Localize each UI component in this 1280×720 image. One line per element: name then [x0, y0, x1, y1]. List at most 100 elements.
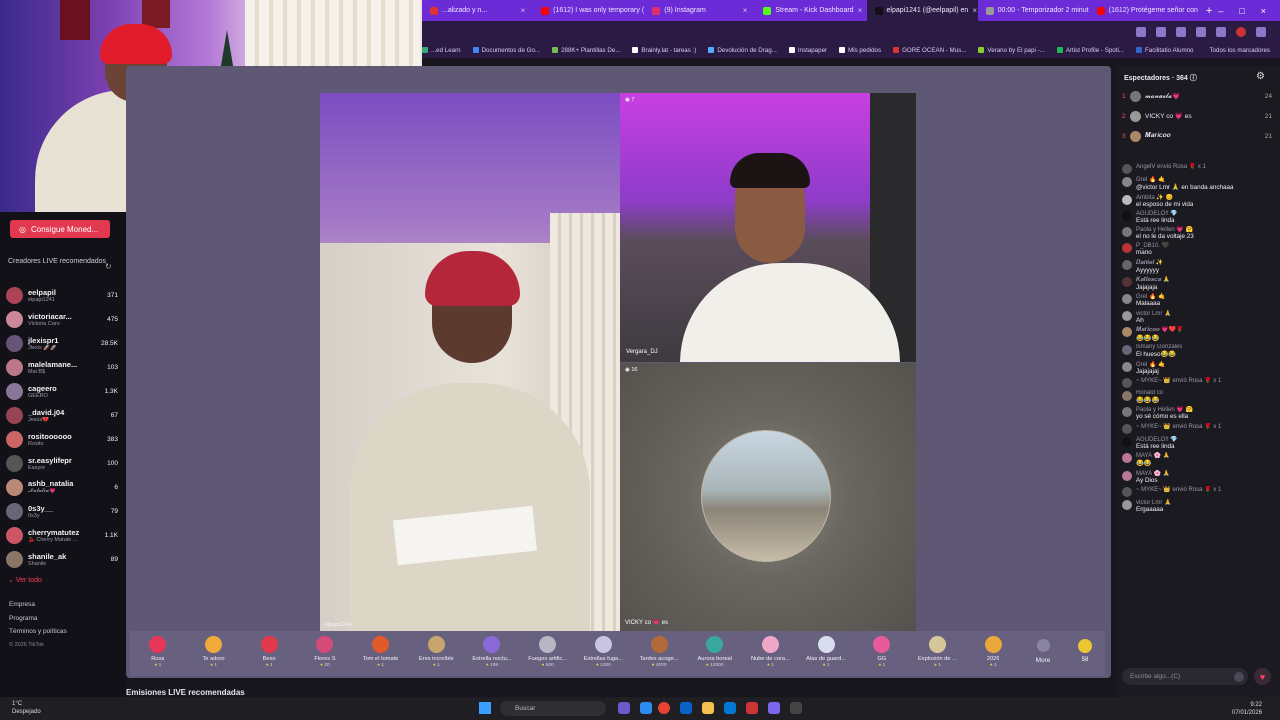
avatar[interactable]: [1122, 277, 1132, 288]
guest-video-2[interactable]: ◉ 16: [620, 363, 916, 631]
chat-username[interactable]: ~ MYKE~ 👑 envió Rosa 🌹 x 1: [1136, 423, 1221, 430]
coin-balance[interactable]: 58: [1065, 631, 1105, 663]
chrome-icon[interactable]: [658, 702, 670, 714]
creator-item[interactable]: cherrymatutez 🍒 Cherry Matute ... 1.1K: [6, 523, 118, 547]
bookmark-item[interactable]: Instapaper: [788, 47, 827, 54]
creator-item[interactable]: jlexispr1 Jlexis 🚀🚀 28.5K: [6, 331, 118, 355]
bookmark-item[interactable]: GORE OCEAN - Mus...: [893, 47, 966, 54]
taskbar-app-icon[interactable]: [724, 702, 736, 714]
gift-item[interactable]: GG ● 1: [854, 631, 910, 668]
chat-username[interactable]: AGUDELO!! 💎: [1136, 436, 1178, 443]
emoji-icon[interactable]: [1234, 672, 1244, 682]
creator-item[interactable]: _david.j04 Jesús💔 67: [6, 403, 118, 427]
gift-item[interactable]: Te adoro ● 1: [186, 631, 242, 668]
creator-item[interactable]: ashb_natalia 𝓝𝓪𝓽𝓪𝓵𝓲𝓪💗 6: [6, 475, 118, 499]
refresh-icon[interactable]: ↻: [105, 262, 112, 271]
gift-item[interactable]: Beso ● 1: [241, 631, 297, 668]
info-icon[interactable]: ⓘ: [1190, 75, 1197, 82]
heart-button[interactable]: ♥: [1254, 668, 1271, 685]
chat-username[interactable]: 𝑲𝒂𝒕𝒍𝒆𝒔𝒄𝒂 🙏: [1136, 276, 1170, 284]
avatar[interactable]: [1122, 310, 1132, 321]
avatar[interactable]: [1122, 453, 1132, 464]
gift-item[interactable]: Aurora boreal ● 12000: [687, 631, 743, 668]
menu-icon[interactable]: [1256, 26, 1266, 37]
avatar[interactable]: [1122, 437, 1132, 448]
bookmark-item[interactable]: Artist Profile - Spoti...: [1056, 47, 1124, 54]
top-viewer-row[interactable]: 2 VICKY co 💗 es 21: [1122, 106, 1272, 126]
creator-item[interactable]: 0s3y__ 0s3y 79: [6, 499, 118, 523]
bookmark-item[interactable]: Documentos de Go...: [472, 47, 540, 54]
gift-item[interactable]: Tardes acoge... ● 4000: [631, 631, 687, 668]
bookmark-item[interactable]: 288K+ Plantillas De...: [552, 47, 620, 54]
taskbar-app-icon[interactable]: [768, 702, 780, 714]
taskbar-search[interactable]: Buscar: [500, 701, 606, 716]
profile-icon[interactable]: [1236, 26, 1246, 37]
chat-username[interactable]: 𝑴𝒂𝒓𝒊𝒄𝒐𝒐 💗❤️🌹: [1136, 326, 1184, 334]
avatar[interactable]: [1122, 391, 1132, 402]
bookmark-item[interactable]: Brainly.lat - tareas :): [632, 47, 696, 54]
creator-item[interactable]: sr.easylifepr Easyre 100: [6, 451, 118, 475]
footer-link-company[interactable]: Empresa: [9, 598, 67, 612]
avatar[interactable]: [1122, 423, 1132, 434]
bookmark-item[interactable]: Verano by El papi -...: [978, 47, 1045, 54]
footer-link-terms[interactable]: Términos y políticas: [9, 625, 67, 639]
extension-icon[interactable]: [1156, 26, 1166, 37]
top-viewer-row[interactable]: 3 𝑴𝒂𝒓𝒊𝒄𝒐𝒐 21: [1122, 126, 1272, 146]
creator-item[interactable]: malelamane... Mai B$ 103: [6, 355, 118, 379]
folder-icon[interactable]: [702, 702, 714, 714]
browser-tab[interactable]: Stream - Kick Dashboard ×: [755, 0, 866, 21]
new-tab-icon[interactable]: +: [1200, 5, 1218, 17]
settings-icon[interactable]: ⚙: [1256, 71, 1265, 82]
chat-username[interactable]: P_DB10. 🖤: [1136, 242, 1169, 249]
taskbar-app-icon[interactable]: [618, 702, 630, 714]
extension-icon[interactable]: [1176, 26, 1186, 37]
chat-username[interactable]: Grel 🔥 🤙: [1136, 176, 1234, 183]
bookmark-item[interactable]: Mis pedidos: [839, 47, 881, 54]
avatar[interactable]: [1122, 177, 1132, 188]
browser-tab[interactable]: elpapi1241 (@eelpapil) en ×: [866, 0, 978, 21]
close-window-icon[interactable]: ×: [1261, 6, 1266, 16]
windows-start-icon[interactable]: [479, 702, 491, 714]
gift-item[interactable]: Rosa ● 1: [130, 631, 186, 668]
avatar[interactable]: [1122, 243, 1132, 254]
chat-username[interactable]: ~ MYKE~ 👑 envió Rosa 🌹 x 1: [1136, 377, 1221, 384]
creator-item[interactable]: eelpapil elpapi1241 371: [6, 283, 118, 307]
chat-username[interactable]: Ambita ✨ 😊: [1136, 194, 1193, 201]
gift-item[interactable]: Eres increíble ● 1: [408, 631, 464, 668]
taskbar-app-icon[interactable]: [640, 702, 652, 714]
avatar[interactable]: [1122, 470, 1132, 481]
chat-username[interactable]: Grel 🔥 🤙: [1136, 293, 1166, 300]
avatar[interactable]: [1122, 377, 1132, 388]
taskbar-app-icon[interactable]: [746, 702, 758, 714]
avatar[interactable]: [1122, 486, 1132, 497]
gift-item[interactable]: Estrella noctu... ● 199: [464, 631, 520, 668]
gift-item[interactable]: Fuegos artific... ● 500: [520, 631, 576, 668]
chat-username[interactable]: ~ MYKE~ 👑 envió Rosa 🌹 x 1: [1136, 486, 1221, 493]
taskbar-app-icon[interactable]: [790, 702, 802, 714]
all-bookmarks-link[interactable]: Todos los marcadores: [1209, 47, 1280, 54]
gift-item[interactable]: Flores S ● 20: [297, 631, 353, 668]
gift-item[interactable]: Estrellas fuga... ● 1000: [576, 631, 632, 668]
get-coins-button[interactable]: ◎ Consigue Moned...: [10, 220, 110, 238]
chat-username[interactable]: MAYA 🌸 🙏: [1136, 470, 1170, 477]
extension-icon[interactable]: [1196, 26, 1206, 37]
chat-username[interactable]: Paola y Hellen 💗 🤗: [1136, 226, 1194, 233]
gift-item[interactable]: Nube de cora... ● 1: [743, 631, 799, 668]
close-icon[interactable]: ×: [972, 6, 977, 15]
chat-username[interactable]: AngelV envió Rosa 🌹 x 1: [1136, 163, 1206, 170]
gift-item[interactable]: 2026 ● 1: [965, 631, 1021, 668]
gift-item[interactable]: Explosión de ... ● 1: [910, 631, 966, 668]
host-video[interactable]: [320, 93, 620, 631]
avatar[interactable]: [1122, 294, 1132, 305]
creator-item[interactable]: rositoooooo Rosito 383: [6, 427, 118, 451]
taskbar-app-icon[interactable]: [680, 702, 692, 714]
chat-username[interactable]: AGUDELO!! 💎: [1136, 210, 1178, 217]
avatar[interactable]: [1122, 210, 1132, 221]
avatar[interactable]: [1122, 361, 1132, 372]
bookmark-item[interactable]: ...ed Learn: [422, 47, 461, 54]
bookmark-item[interactable]: Devolución de Drag...: [708, 47, 777, 54]
avatar[interactable]: [1122, 500, 1132, 511]
top-viewer-row[interactable]: 1 𝓶𝓪𝓷𝓾𝓮𝓵𝓪💗 24: [1122, 86, 1272, 106]
chat-username[interactable]: Grel 🔥 🤙: [1136, 361, 1166, 368]
taskbar-clock[interactable]: 9:22 07/01/2026: [1232, 701, 1262, 717]
